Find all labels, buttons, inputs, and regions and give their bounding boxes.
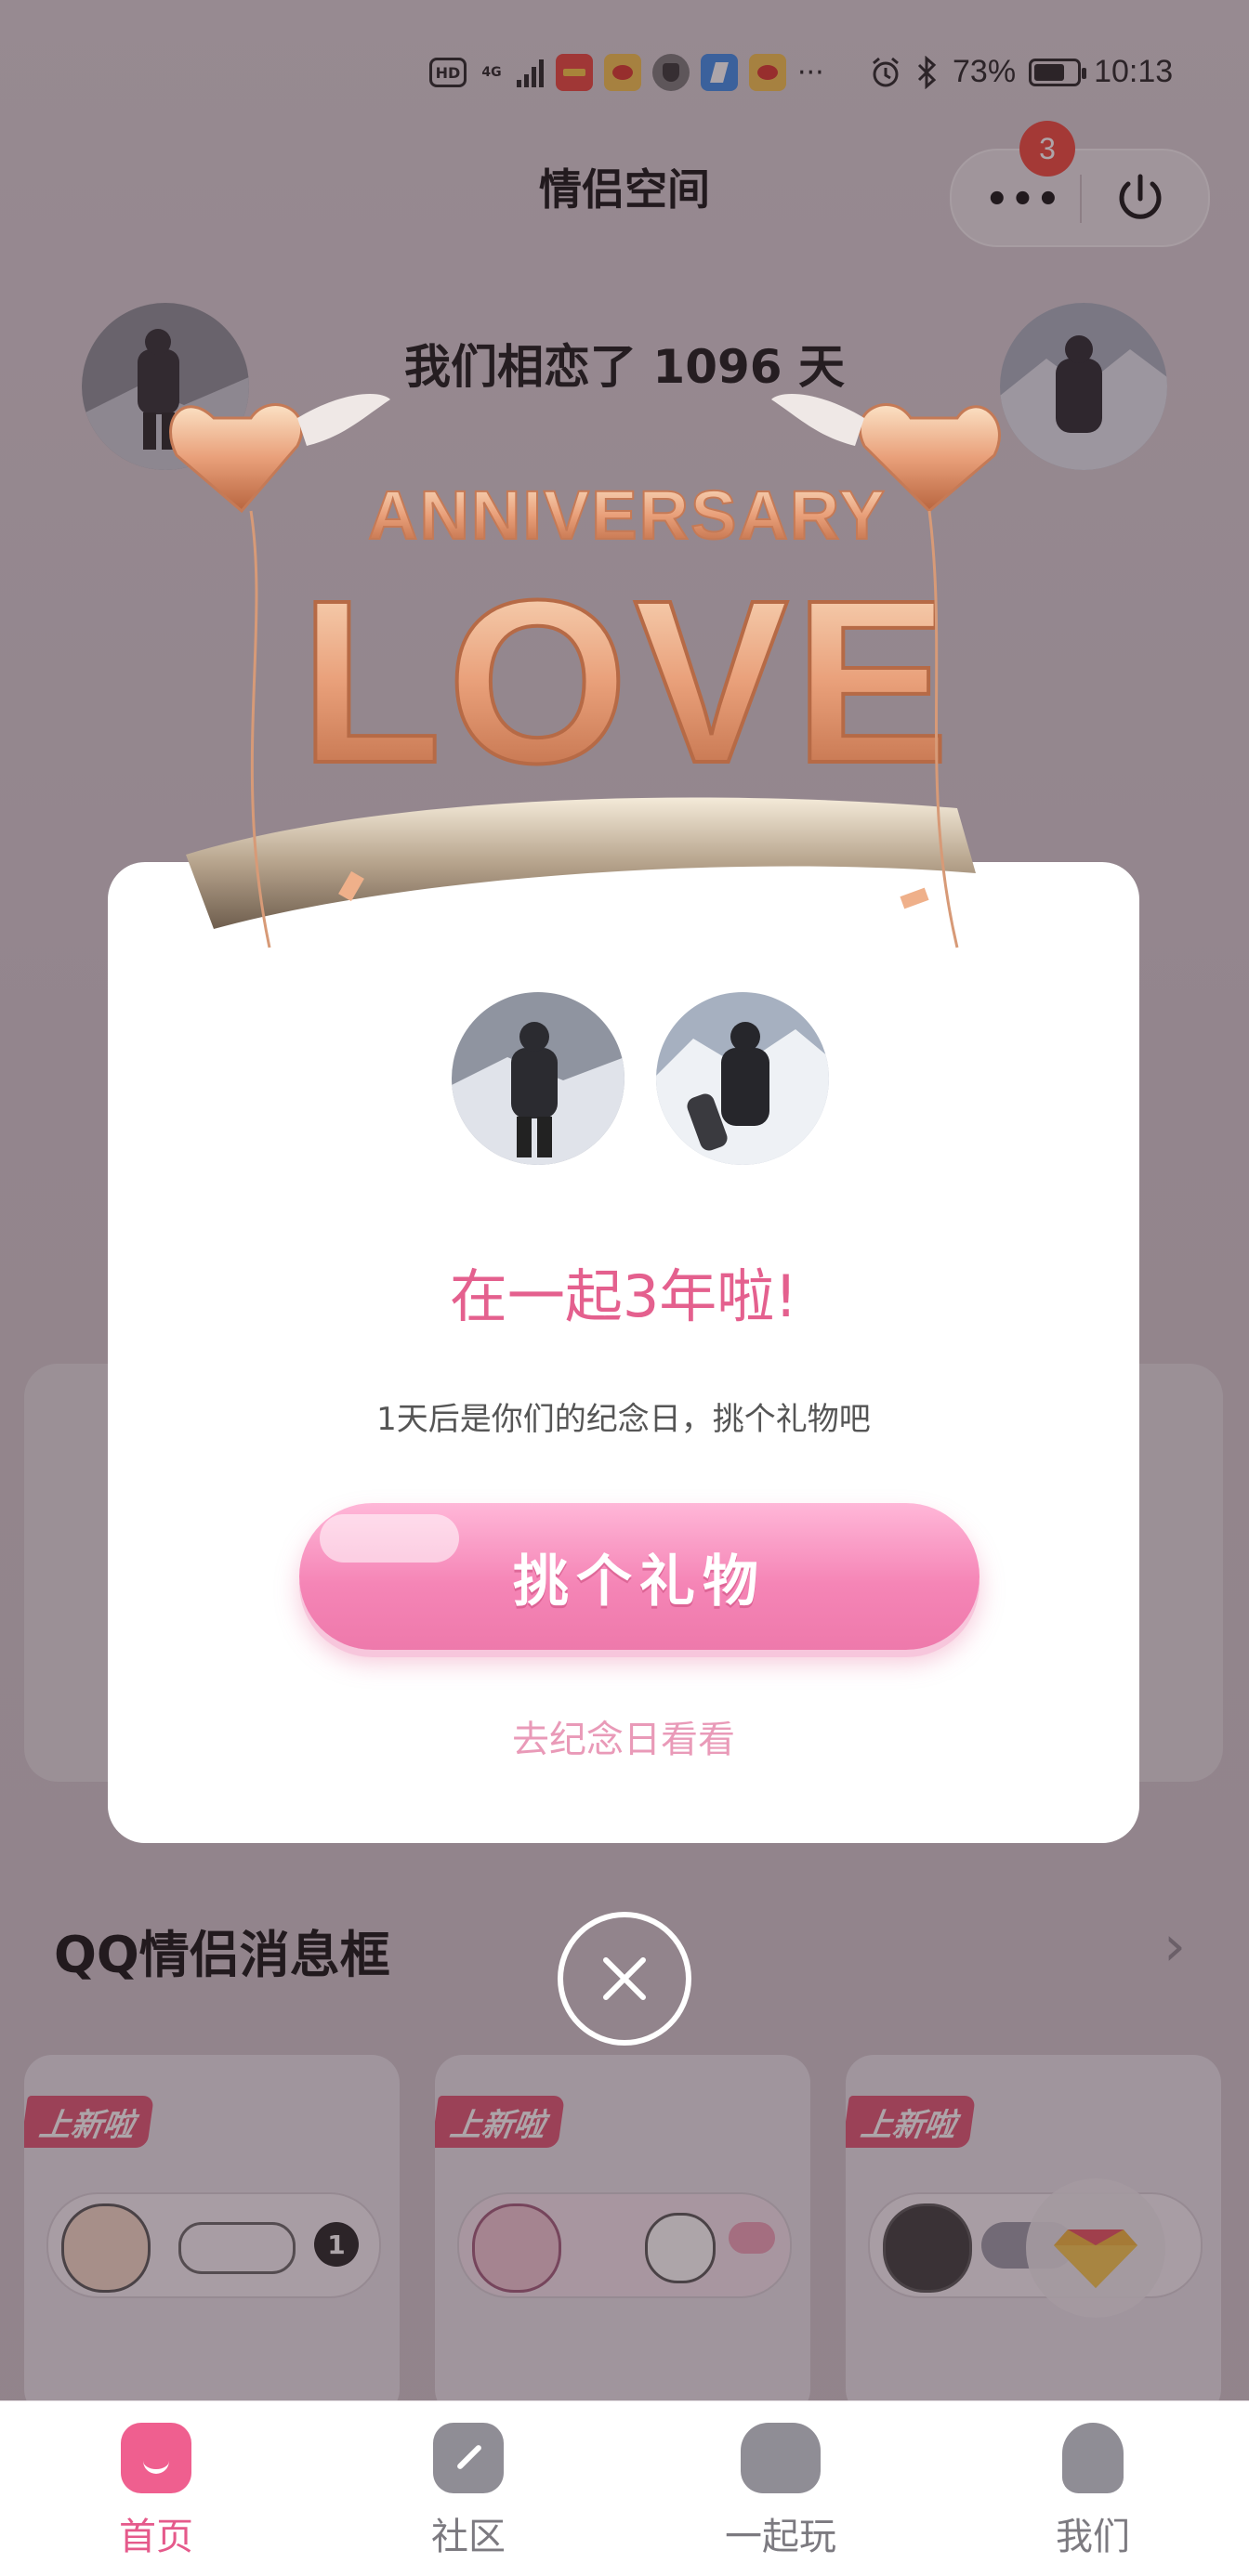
modal-avatar-left: [452, 992, 624, 1165]
feather-icon: [433, 2423, 504, 2493]
tab-us[interactable]: 我们: [1000, 2423, 1186, 2560]
right-wing: [771, 394, 864, 446]
modal-subtitle: 1天后是你们的纪念日，挑个礼物吧: [376, 1401, 871, 1438]
anniversary-love-art: ANNIVERSARY LOVE: [169, 394, 1001, 948]
tab-label: 一起玩: [725, 2516, 836, 2558]
pick-gift-label: 挑个礼物: [513, 1549, 766, 1615]
modal-avatar-right-image: [656, 992, 829, 1165]
modal-avatar-left-image: [452, 992, 624, 1165]
view-anniversary-link[interactable]: 去纪念日看看: [108, 1709, 1139, 1763]
left-heart-balloon: [169, 403, 304, 514]
home-icon: [121, 2423, 191, 2493]
tab-label: 首页: [119, 2516, 193, 2558]
tab-home[interactable]: 首页: [63, 2423, 249, 2560]
close-icon: [603, 1957, 646, 2000]
love-balloon-text: LOVE: [300, 552, 955, 811]
anniversary-modal: [108, 862, 1139, 1843]
tab-label: 我们: [1056, 2516, 1130, 2558]
gamepad-icon: [741, 2423, 821, 2493]
modal-title: 在一起3年啦!: [449, 1262, 798, 1330]
close-modal-button[interactable]: [558, 1912, 691, 2046]
tab-community[interactable]: 社区: [375, 2423, 561, 2560]
couple-icon: [1062, 2423, 1124, 2493]
tab-label: 社区: [431, 2516, 506, 2558]
tab-play-together[interactable]: 一起玩: [688, 2423, 874, 2560]
left-wing: [297, 394, 390, 446]
gold-ribbon: [186, 797, 976, 929]
modal-avatar-right: [656, 992, 829, 1165]
anniversary-banner-text: ANNIVERSARY: [368, 477, 887, 554]
pick-gift-button[interactable]: 挑个礼物: [299, 1503, 979, 1650]
